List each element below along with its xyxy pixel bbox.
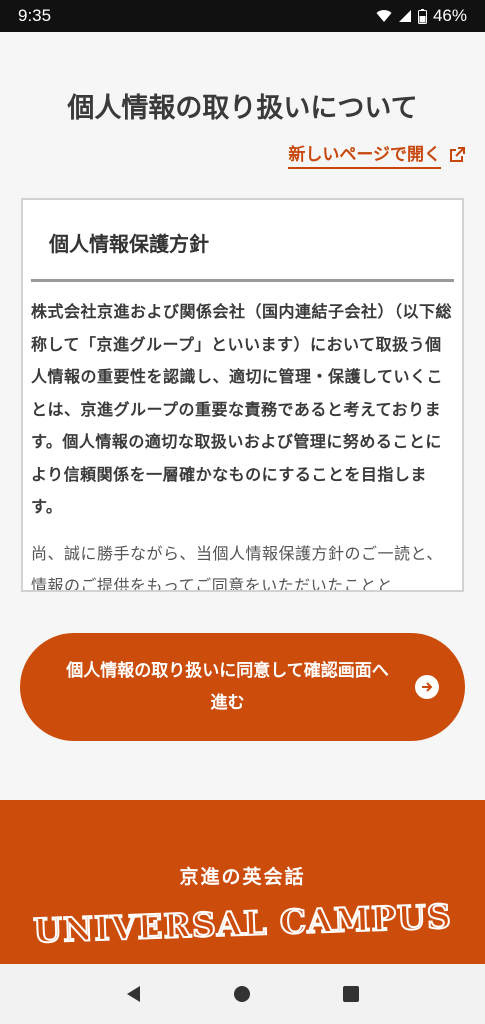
policy-paragraph-1: 株式会社京進および関係会社（国内連結子会社）（以下総称して「京進グループ」といい… bbox=[31, 302, 453, 516]
page-title: 個人情報の取り扱いについて bbox=[67, 93, 418, 124]
open-in-new-page-label: 新しいページで開く bbox=[288, 140, 441, 169]
agree-button-label: 個人情報の取り扱いに同意して確認画面へ進む bbox=[66, 661, 389, 713]
status-time: 9:35 bbox=[18, 6, 52, 25]
battery-level: 46% bbox=[432, 6, 467, 25]
arrow-right-icon bbox=[415, 675, 439, 699]
android-nav-bar bbox=[0, 964, 485, 1024]
policy-paragraph-2: 尚、誠に勝手ながら、当個人情報保護方針のご一読と、情報のご提供をもってご同意をい… bbox=[31, 543, 443, 592]
footer: 京進の英会話 UNIVERSAL CAMPUS bbox=[0, 800, 485, 964]
back-button[interactable] bbox=[116, 976, 152, 1012]
policy-divider bbox=[31, 279, 454, 282]
recents-button[interactable] bbox=[333, 976, 369, 1012]
status-bar: 9:35 46% bbox=[0, 0, 485, 32]
open-in-new-page-link[interactable]: 新しいページで開く bbox=[288, 140, 465, 169]
brand-logo: UNIVERSAL CAMPUS bbox=[32, 896, 454, 952]
policy-heading: 個人情報保護方針 bbox=[49, 232, 209, 256]
privacy-policy-scroll-box[interactable]: 個人情報保護方針 株式会社京進および関係会社（国内連結子会社）（以下総称して「京… bbox=[21, 198, 464, 592]
signal-icon bbox=[398, 10, 411, 22]
battery-icon bbox=[417, 8, 427, 24]
external-link-icon bbox=[450, 146, 465, 162]
agree-and-proceed-button[interactable]: 個人情報の取り扱いに同意して確認画面へ進む bbox=[20, 633, 465, 741]
wifi-icon bbox=[376, 10, 392, 22]
recents-icon bbox=[342, 986, 359, 1002]
back-icon bbox=[127, 986, 141, 1002]
status-icons: 46% bbox=[376, 6, 467, 26]
home-icon bbox=[234, 986, 251, 1002]
home-button[interactable] bbox=[224, 976, 260, 1012]
brand-logo-subtitle: 京進の英会話 bbox=[179, 866, 306, 888]
